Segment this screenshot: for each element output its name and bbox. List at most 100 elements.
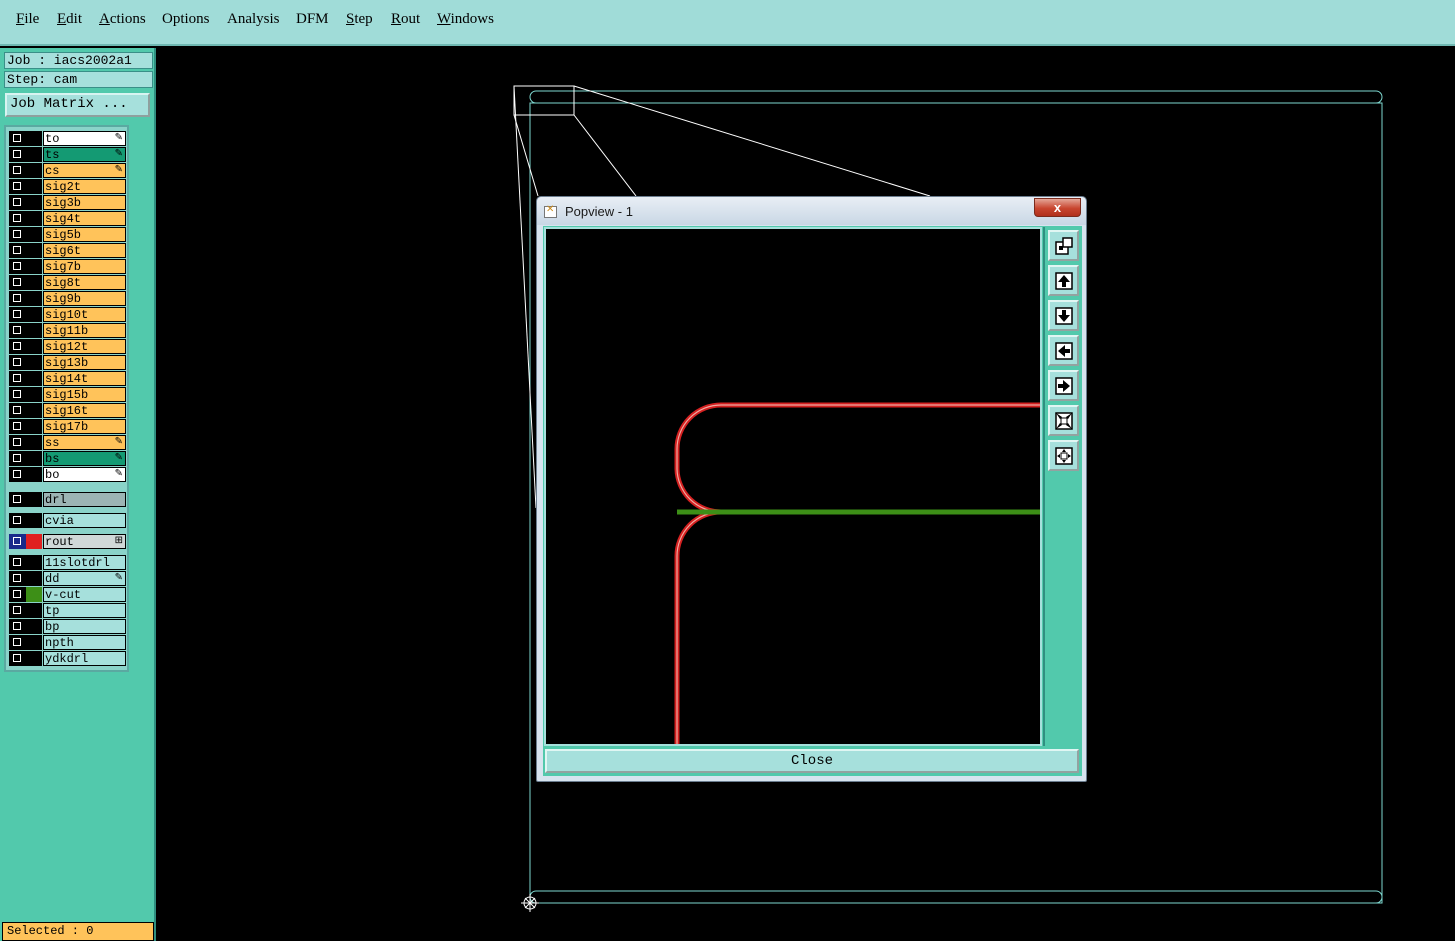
layer-row-to[interactable]: to ✎ <box>9 131 126 146</box>
layer-color-swatch[interactable] <box>26 291 42 306</box>
layer-color-swatch[interactable] <box>26 467 42 482</box>
layer-checkbox[interactable] <box>9 291 26 306</box>
layer-row-cvia[interactable]: cvia <box>9 513 126 528</box>
layer-checkbox[interactable] <box>9 587 26 602</box>
layer-color-swatch[interactable] <box>26 635 42 650</box>
layer-row-bo[interactable]: bo ✎ <box>9 467 126 482</box>
layer-row-sig9b[interactable]: sig9b <box>9 291 126 306</box>
layer-name-label[interactable]: sig10t <box>43 307 126 322</box>
layer-color-swatch[interactable] <box>26 211 42 226</box>
layer-color-swatch[interactable] <box>26 587 42 602</box>
pan-down-button[interactable] <box>1048 300 1079 331</box>
layer-name-label[interactable]: ydkdrl <box>43 651 126 666</box>
layer-color-swatch[interactable] <box>26 435 42 450</box>
layer-row-ydkdrl[interactable]: ydkdrl <box>9 651 126 666</box>
layer-name-label[interactable]: drl <box>43 492 126 507</box>
layer-name-label[interactable]: cvia <box>43 513 126 528</box>
layer-color-swatch[interactable] <box>26 227 42 242</box>
layer-checkbox[interactable] <box>9 555 26 570</box>
layer-row-dd[interactable]: dd ✎ <box>9 571 126 586</box>
layer-checkbox[interactable] <box>9 619 26 634</box>
layer-color-swatch[interactable] <box>26 243 42 258</box>
pan-left-button[interactable] <box>1048 335 1079 366</box>
layer-checkbox[interactable] <box>9 211 26 226</box>
menu-actions[interactable]: Actions <box>99 11 146 28</box>
menu-options[interactable]: Options <box>162 11 210 28</box>
layer-color-swatch[interactable] <box>26 619 42 634</box>
layer-row-bs[interactable]: bs ✎ <box>9 451 126 466</box>
layer-color-swatch[interactable] <box>26 555 42 570</box>
layer-row-sig7b[interactable]: sig7b <box>9 259 126 274</box>
layer-row-drl[interactable]: drl <box>9 492 126 507</box>
layer-checkbox[interactable] <box>9 243 26 258</box>
layer-checkbox[interactable] <box>9 179 26 194</box>
menu-dfm[interactable]: DFM <box>296 11 329 28</box>
layer-color-swatch[interactable] <box>26 419 42 434</box>
layer-color-swatch[interactable] <box>26 651 42 666</box>
layer-name-label[interactable]: dd ✎ <box>43 571 126 586</box>
layer-checkbox[interactable] <box>9 651 26 666</box>
layer-color-swatch[interactable] <box>26 451 42 466</box>
layer-name-label[interactable]: sig9b <box>43 291 126 306</box>
menu-windows[interactable]: Windows <box>437 11 494 28</box>
layer-checkbox[interactable] <box>9 419 26 434</box>
menu-file[interactable]: File <box>16 11 39 28</box>
menu-analysis[interactable]: Analysis <box>227 11 280 28</box>
layer-row-sig8t[interactable]: sig8t <box>9 275 126 290</box>
layer-checkbox[interactable] <box>9 131 26 146</box>
layer-checkbox[interactable] <box>9 195 26 210</box>
layer-row-bp[interactable]: bp <box>9 619 126 634</box>
layer-name-label[interactable]: to ✎ <box>43 131 126 146</box>
layer-row-sig4t[interactable]: sig4t <box>9 211 126 226</box>
layer-name-label[interactable]: sig4t <box>43 211 126 226</box>
layer-row-sig15b[interactable]: sig15b <box>9 387 126 402</box>
layer-color-swatch[interactable] <box>26 131 42 146</box>
layer-color-swatch[interactable] <box>26 513 42 528</box>
layer-row-sig17b[interactable]: sig17b <box>9 419 126 434</box>
layer-name-label[interactable]: sig6t <box>43 243 126 258</box>
layer-color-swatch[interactable] <box>26 371 42 386</box>
layer-row-sig12t[interactable]: sig12t <box>9 339 126 354</box>
layer-name-label[interactable]: sig2t <box>43 179 126 194</box>
layer-checkbox[interactable] <box>9 163 26 178</box>
zoom-window-button[interactable] <box>1048 230 1079 261</box>
popview-graphics[interactable] <box>544 227 1043 747</box>
pan-right-button[interactable] <box>1048 370 1079 401</box>
layer-color-swatch[interactable] <box>26 259 42 274</box>
layer-row-sig13b[interactable]: sig13b <box>9 355 126 370</box>
layer-row-sig5b[interactable]: sig5b <box>9 227 126 242</box>
layer-checkbox[interactable] <box>9 355 26 370</box>
layer-color-swatch[interactable] <box>26 179 42 194</box>
layer-checkbox[interactable] <box>9 307 26 322</box>
layer-name-label[interactable]: sig5b <box>43 227 126 242</box>
layer-checkbox[interactable] <box>9 513 26 528</box>
layer-color-swatch[interactable] <box>26 492 42 507</box>
layer-row-sig14t[interactable]: sig14t <box>9 371 126 386</box>
layer-name-label[interactable]: sig16t <box>43 403 126 418</box>
layer-color-swatch[interactable] <box>26 323 42 338</box>
layer-name-label[interactable]: sig3b <box>43 195 126 210</box>
layer-row-v-cut[interactable]: v-cut <box>9 587 126 602</box>
zoom-out-button[interactable] <box>1048 405 1079 436</box>
layer-color-swatch[interactable] <box>26 163 42 178</box>
popview-titlebar[interactable]: Popview - 1 x <box>537 197 1086 225</box>
layer-color-swatch[interactable] <box>26 355 42 370</box>
layer-name-label[interactable]: sig17b <box>43 419 126 434</box>
window-close-button[interactable]: x <box>1034 198 1081 217</box>
layer-color-swatch[interactable] <box>26 195 42 210</box>
layer-checkbox[interactable] <box>9 339 26 354</box>
layer-name-label[interactable]: sig11b <box>43 323 126 338</box>
layer-checkbox[interactable] <box>9 259 26 274</box>
layer-color-swatch[interactable] <box>26 307 42 322</box>
menu-edit[interactable]: Edit <box>57 11 82 28</box>
layer-row-sig6t[interactable]: sig6t <box>9 243 126 258</box>
layer-color-swatch[interactable] <box>26 339 42 354</box>
layer-row-tp[interactable]: tp <box>9 603 126 618</box>
layer-row-ts[interactable]: ts ✎ <box>9 147 126 162</box>
layer-name-label[interactable]: cs ✎ <box>43 163 126 178</box>
layer-checkbox[interactable] <box>9 492 26 507</box>
layer-checkbox[interactable] <box>9 451 26 466</box>
layer-color-swatch[interactable] <box>26 403 42 418</box>
layer-color-swatch[interactable] <box>26 147 42 162</box>
layer-checkbox[interactable] <box>9 534 26 549</box>
